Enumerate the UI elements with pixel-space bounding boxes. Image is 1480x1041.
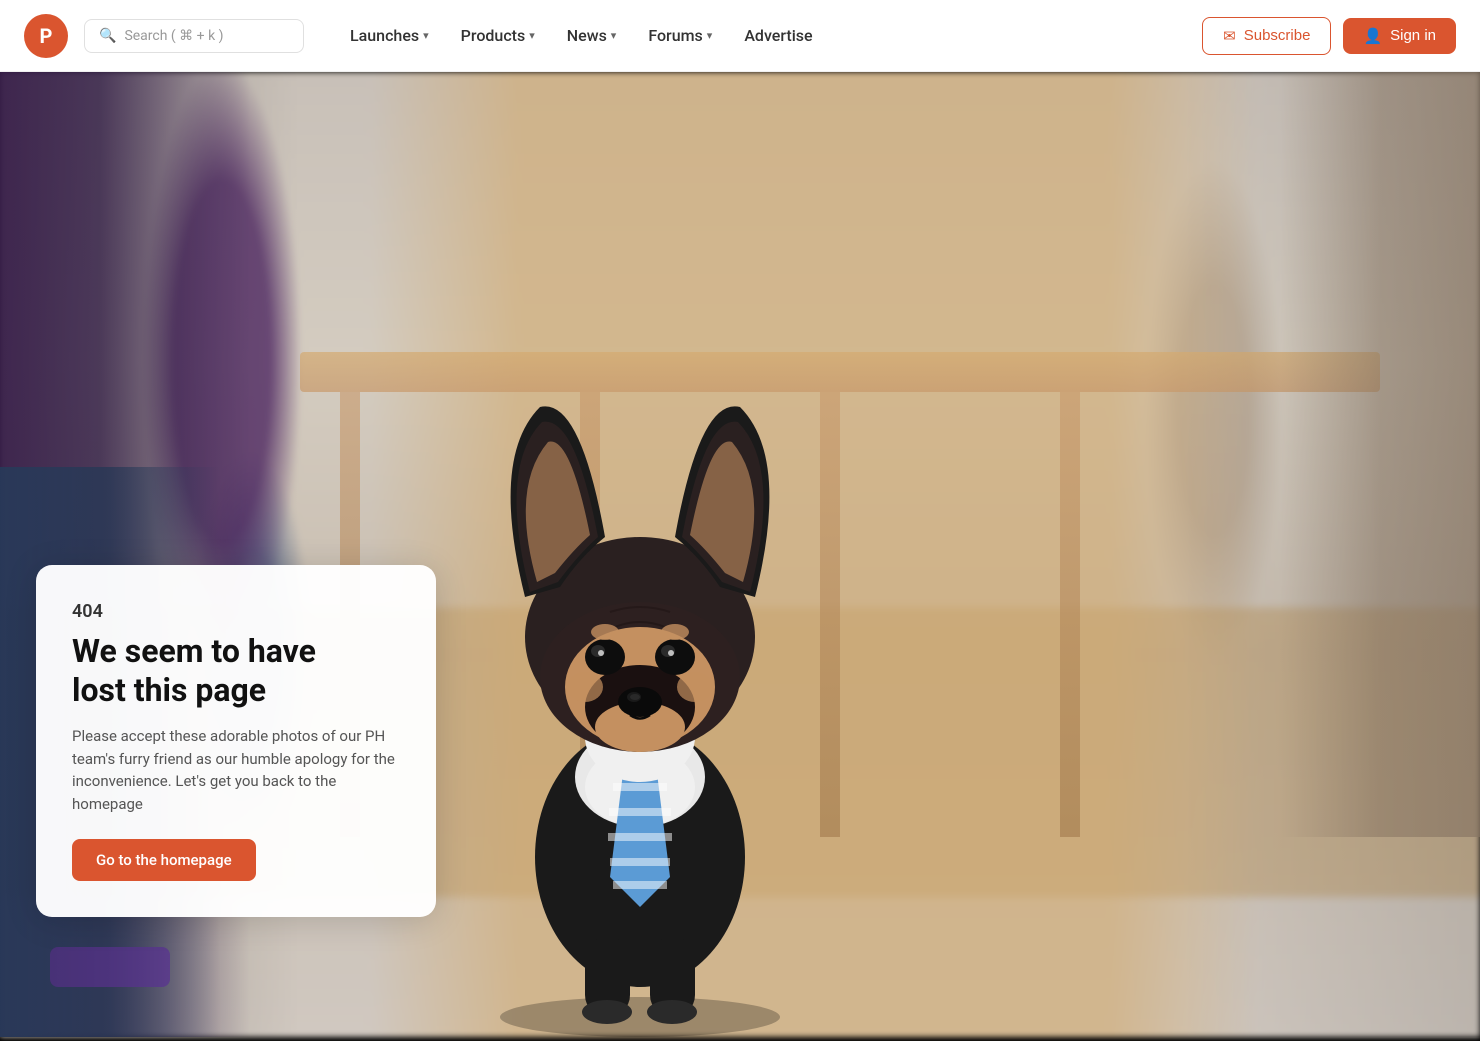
subscribe-icon: ✉	[1223, 27, 1236, 45]
chevron-down-icon: ▾	[707, 29, 713, 42]
dog-svg	[430, 257, 850, 1037]
nav-item-products[interactable]: Products ▾	[447, 18, 549, 53]
dog-image	[430, 257, 850, 1037]
nav-item-news[interactable]: News ▾	[553, 18, 631, 53]
nav-links: Launches ▾ Products ▾ News ▾ Forums ▾ Ad…	[336, 18, 1194, 53]
nav-actions: ✉ Subscribe 👤 Sign in	[1202, 17, 1456, 55]
error-description: Please accept these adorable photos of o…	[72, 725, 400, 815]
chevron-down-icon: ▾	[611, 29, 617, 42]
chevron-down-icon: ▾	[423, 29, 429, 42]
logo[interactable]: P	[24, 14, 68, 58]
search-bar[interactable]: 🔍 Search ( ⌘ + k )	[84, 19, 304, 53]
nav-item-forums[interactable]: Forums ▾	[634, 18, 726, 53]
chevron-down-icon: ▾	[529, 29, 535, 42]
subscribe-button[interactable]: ✉ Subscribe	[1202, 17, 1331, 55]
go-to-homepage-button[interactable]: Go to the homepage	[72, 839, 256, 881]
navbar: P 🔍 Search ( ⌘ + k ) Launches ▾ Products…	[0, 0, 1480, 72]
error-title: We seem to have lost this page	[72, 632, 400, 709]
ambient-overlay-right	[1180, 72, 1480, 1037]
nav-item-advertise[interactable]: Advertise	[730, 18, 826, 53]
search-icon: 🔍	[99, 28, 116, 44]
error-card: 404 We seem to have lost this page Pleas…	[36, 565, 436, 917]
search-placeholder-text: Search ( ⌘ + k )	[124, 28, 223, 44]
table-leg	[1060, 392, 1080, 837]
signin-icon: 👤	[1363, 27, 1382, 45]
nav-item-launches[interactable]: Launches ▾	[336, 18, 443, 53]
signin-button[interactable]: 👤 Sign in	[1343, 18, 1456, 54]
error-code: 404	[72, 601, 400, 622]
